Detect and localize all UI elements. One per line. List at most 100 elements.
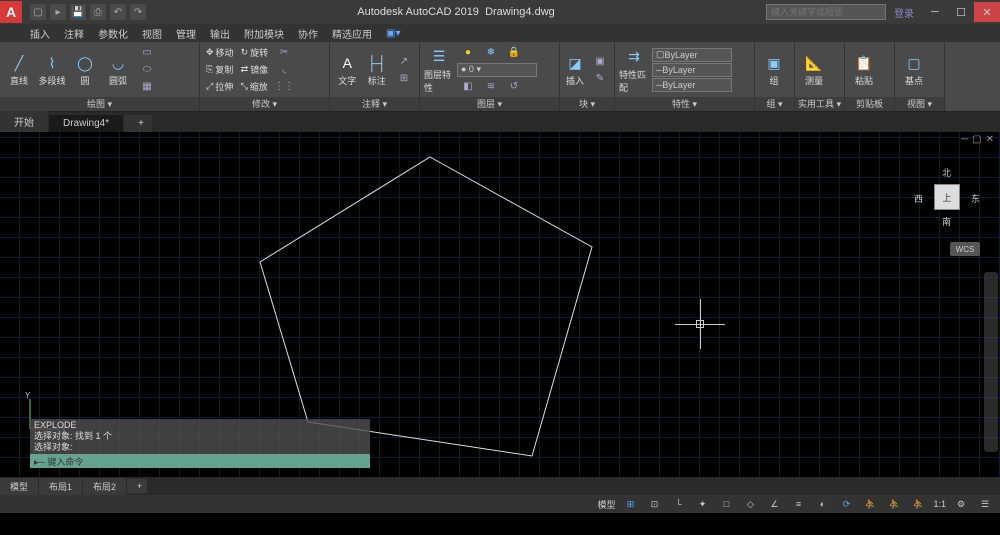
panel-layer-title[interactable]: 图层 ▾ bbox=[420, 97, 559, 111]
circle-button[interactable]: ◯圆 bbox=[70, 45, 100, 95]
cycling-icon[interactable]: ⟳ bbox=[837, 497, 855, 511]
block-create-icon[interactable]: ▣ bbox=[589, 53, 611, 69]
saveas-icon[interactable]: ⎙ bbox=[90, 4, 106, 20]
tab-add-layout-icon[interactable]: + bbox=[127, 479, 147, 493]
command-input[interactable]: ▸─ 键入命令 bbox=[30, 454, 370, 468]
viewcube-north[interactable]: 北 bbox=[942, 166, 951, 179]
minimize-icon[interactable]: ─ bbox=[922, 2, 948, 22]
viewport-min-icon[interactable]: ─ bbox=[961, 134, 968, 145]
close-icon[interactable]: ✕ bbox=[974, 2, 1000, 22]
tab-layout2[interactable]: 布局2 bbox=[83, 478, 126, 495]
status-model[interactable]: 模型 bbox=[597, 498, 615, 511]
new-icon[interactable]: ▢ bbox=[30, 4, 46, 20]
line-button[interactable]: ╱直线 bbox=[4, 45, 34, 95]
menu-manage[interactable]: 管理 bbox=[176, 26, 196, 41]
tab-start[interactable]: 开始 bbox=[0, 111, 48, 132]
tab-layout1[interactable]: 布局1 bbox=[39, 478, 82, 495]
layer-freeze-icon[interactable]: ❄ bbox=[480, 45, 502, 61]
menu-addins[interactable]: 附加模块 bbox=[244, 26, 284, 41]
layer-prev-icon[interactable]: ↺ bbox=[503, 79, 525, 95]
wcs-badge[interactable]: WCS bbox=[950, 242, 980, 256]
panel-group-title[interactable]: 组 ▾ bbox=[755, 97, 794, 111]
panel-modify-title[interactable]: 修改 ▾ bbox=[200, 97, 329, 111]
layer-match-icon[interactable]: ≋ bbox=[480, 79, 502, 95]
person2-icon[interactable]: ⛹ bbox=[885, 497, 903, 511]
panel-utils-title[interactable]: 实用工具 ▾ bbox=[795, 97, 844, 111]
array-icon[interactable]: ⋮⋮ bbox=[273, 79, 295, 95]
customize-icon[interactable]: ☰ bbox=[976, 497, 994, 511]
layer-lock-icon[interactable]: 🔒 bbox=[503, 45, 525, 61]
help-search-input[interactable] bbox=[766, 4, 886, 20]
snap-toggle-icon[interactable]: ⊡ bbox=[645, 497, 663, 511]
table-icon[interactable]: ⊞ bbox=[393, 70, 415, 86]
layer-iso-icon[interactable]: ◧ bbox=[457, 79, 479, 95]
menu-annotate[interactable]: 注释 bbox=[64, 26, 84, 41]
rotate-button[interactable]: ↻ 旋转 bbox=[239, 45, 271, 61]
layerprops-button[interactable]: ☰图层特性 bbox=[424, 45, 454, 95]
viewcube-top-face[interactable]: 上 bbox=[934, 184, 960, 210]
block-edit-icon[interactable]: ✎ bbox=[589, 70, 611, 86]
person3-icon[interactable]: ⛹ bbox=[909, 497, 927, 511]
viewcube[interactable]: 上 北 南 东 西 bbox=[912, 162, 982, 232]
otrack-icon[interactable]: ∠ bbox=[765, 497, 783, 511]
arc-button[interactable]: ◡圆弧 bbox=[103, 45, 133, 95]
stretch-button[interactable]: ⤢ 拉伸 bbox=[204, 79, 236, 95]
menu-parametric[interactable]: 参数化 bbox=[98, 26, 128, 41]
viewport-close-icon[interactable]: ✕ bbox=[986, 134, 994, 145]
panel-clip-title[interactable]: 剪贴板 bbox=[845, 97, 894, 111]
panel-annot-title[interactable]: 注释 ▾ bbox=[330, 97, 419, 111]
fillet-icon[interactable]: ◟ bbox=[273, 62, 295, 78]
layer-off-icon[interactable]: ● bbox=[457, 45, 479, 61]
panel-props-title[interactable]: 特性 ▾ bbox=[615, 97, 754, 111]
dim-button[interactable]: ├┤标注 bbox=[364, 45, 391, 95]
polyline-button[interactable]: ⌇多段线 bbox=[37, 45, 67, 95]
rect-icon[interactable]: ▭ bbox=[136, 45, 158, 61]
menu-featured[interactable]: 精选应用 bbox=[332, 26, 372, 41]
menu-expand-icon[interactable]: ▣▾ bbox=[386, 28, 400, 39]
leader-icon[interactable]: ↗ bbox=[393, 53, 415, 69]
app-logo-icon[interactable]: A bbox=[0, 1, 22, 23]
viewcube-east[interactable]: 东 bbox=[971, 192, 980, 205]
trim-icon[interactable]: ✂ bbox=[273, 45, 295, 61]
save-icon[interactable]: 💾 bbox=[70, 4, 86, 20]
viewcube-west[interactable]: 西 bbox=[914, 192, 923, 205]
hatch-icon[interactable]: ▦ bbox=[136, 79, 158, 95]
insert-button[interactable]: ◪插入 bbox=[564, 45, 586, 95]
nav-bar[interactable] bbox=[984, 272, 998, 452]
move-button[interactable]: ✥ 移动 bbox=[204, 45, 236, 61]
ellipse-icon[interactable]: ⬭ bbox=[136, 62, 158, 78]
redo-icon[interactable]: ↷ bbox=[130, 4, 146, 20]
color-dropdown[interactable]: ▢ ByLayer bbox=[652, 48, 732, 62]
3dosnap-icon[interactable]: ◇ bbox=[741, 497, 759, 511]
measure-button[interactable]: 📐测量 bbox=[799, 45, 829, 95]
osnap-toggle-icon[interactable]: □ bbox=[717, 497, 735, 511]
grid-toggle-icon[interactable]: ⊞ bbox=[621, 497, 639, 511]
login-link[interactable]: 登录 bbox=[894, 5, 914, 20]
undo-icon[interactable]: ↶ bbox=[110, 4, 126, 20]
mirror-button[interactable]: ⇄ 镜像 bbox=[239, 62, 271, 78]
panel-draw-title[interactable]: 绘图 ▾ bbox=[0, 97, 199, 111]
gear-icon[interactable]: ⚙ bbox=[952, 497, 970, 511]
layer-dropdown[interactable]: ● 0 ▾ bbox=[457, 63, 537, 77]
lweight-dropdown[interactable]: ─ ByLayer bbox=[652, 63, 732, 77]
matchprops-button[interactable]: ⇉特性匹配 bbox=[619, 45, 649, 95]
lweight-icon[interactable]: ≡ bbox=[789, 497, 807, 511]
drawing-canvas[interactable]: ─ ▢ ✕ 上 北 南 东 西 WCS YX EXPLODE选择对象: 找到 1… bbox=[0, 132, 1000, 477]
open-icon[interactable]: ▸ bbox=[50, 4, 66, 20]
menu-collab[interactable]: 协作 bbox=[298, 26, 318, 41]
base-button[interactable]: ▢基点 bbox=[899, 45, 929, 95]
viewport-max-icon[interactable]: ▢ bbox=[972, 134, 981, 145]
command-window[interactable]: EXPLODE选择对象: 找到 1 个选择对象: ▸─ 键入命令 bbox=[30, 419, 370, 468]
panel-block-title[interactable]: 块 ▾ bbox=[560, 97, 614, 111]
scale-button[interactable]: ⤡ 缩放 bbox=[239, 79, 271, 95]
tab-drawing4[interactable]: Drawing4* bbox=[49, 115, 123, 132]
ltype-dropdown[interactable]: ─ ByLayer bbox=[652, 78, 732, 92]
menu-insert[interactable]: 插入 bbox=[30, 26, 50, 41]
person-icon[interactable]: ⛹ bbox=[861, 497, 879, 511]
viewcube-south[interactable]: 南 bbox=[942, 215, 951, 228]
transparency-icon[interactable]: ◐ bbox=[813, 497, 831, 511]
menu-view[interactable]: 视图 bbox=[142, 26, 162, 41]
tab-new-icon[interactable]: + bbox=[124, 115, 152, 132]
text-button[interactable]: A文字 bbox=[334, 45, 361, 95]
group-button[interactable]: ▣组 bbox=[759, 45, 789, 95]
